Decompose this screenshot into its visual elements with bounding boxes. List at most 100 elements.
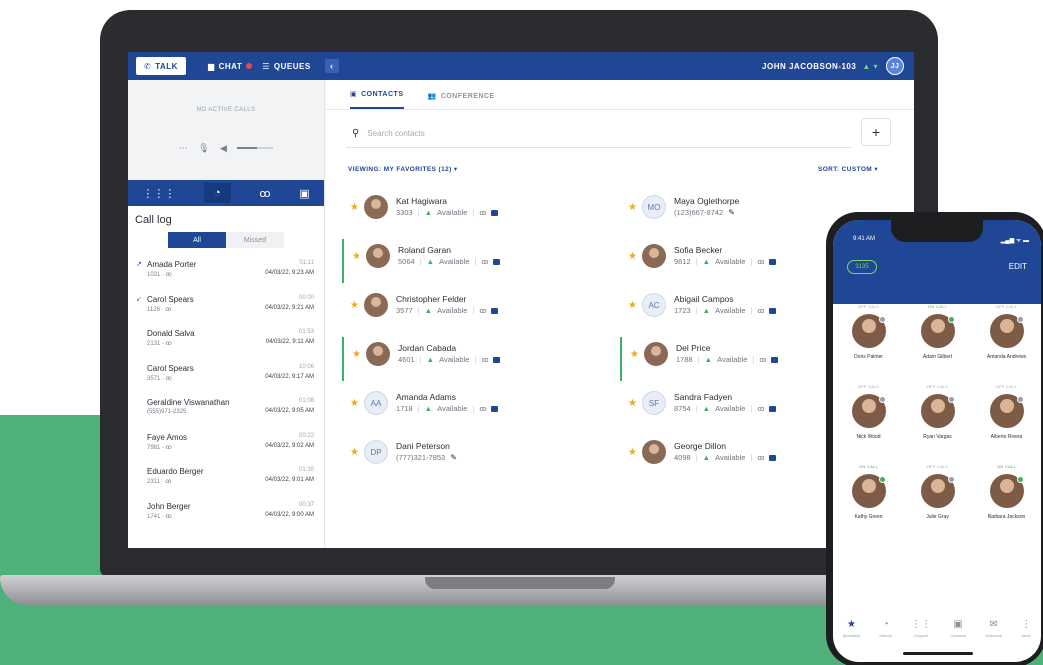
favorite-star-icon[interactable]: ★: [628, 447, 637, 458]
search-input[interactable]: Search contacts: [367, 129, 424, 138]
chat-icon[interactable]: [491, 405, 499, 412]
chat-icon[interactable]: [493, 258, 501, 265]
favorite-star-icon[interactable]: ★: [352, 349, 361, 360]
phone-nav-voicemail[interactable]: ✉ Voicemail: [985, 619, 1002, 638]
presence-dot: [1016, 316, 1024, 323]
speeddial-person[interactable]: ON CALL Kathy Green: [834, 464, 903, 520]
phone-extension-pill[interactable]: 3135: [847, 260, 877, 274]
collapse-button[interactable]: ‹: [324, 59, 339, 73]
nav-chat-button[interactable]: ▆ CHAT: [208, 62, 253, 71]
voicemail-icon[interactable]: ꝏ: [479, 405, 486, 413]
user-avatar[interactable]: JJ: [886, 57, 904, 75]
viewing-filter[interactable]: VIEWING: MY FAVORITES (12) ▾: [348, 165, 458, 173]
user-status-icon[interactable]: ▲ ▾: [862, 62, 878, 71]
contact-name: George Dillon: [674, 441, 726, 451]
favorite-star-icon[interactable]: ★: [628, 202, 637, 213]
contact-card[interactable]: ★ Jordan Cabada 4601 | ▲ Available | ꝏ: [342, 337, 602, 381]
favorite-star-icon[interactable]: ★: [350, 202, 359, 213]
voicemail-icon[interactable]: ꝏ: [481, 356, 488, 364]
favorite-star-icon[interactable]: ★: [630, 349, 639, 360]
favorite-star-icon[interactable]: ★: [350, 447, 359, 458]
voicemail-icon[interactable]: ꝏ: [479, 209, 486, 217]
call-log-item[interactable]: John Berger 1741 · ꝏ 00:37 04/03/22, 9:00 A…: [128, 498, 324, 533]
contact-card[interactable]: ★ AA Amanda Adams 1718 | ▲ Available | ꝏ: [342, 386, 602, 430]
phone-nav-keypad[interactable]: ⋮⋮ Keypad: [911, 619, 931, 638]
tab-contacts[interactable]: ▣ CONTACTS: [350, 90, 404, 109]
chat-icon[interactable]: [769, 454, 777, 461]
favorite-star-icon[interactable]: ★: [352, 251, 361, 262]
chat-icon[interactable]: [769, 307, 777, 314]
phone-nav-speeddial[interactable]: ★ Speeddial: [843, 619, 861, 638]
phone-nav-history[interactable]: ◔ History: [879, 619, 891, 638]
phone-edit-button[interactable]: EDIT: [1009, 262, 1027, 271]
search-bar[interactable]: ⚲ Search contacts: [346, 120, 851, 148]
volume-icon[interactable]: ◀: [220, 143, 227, 154]
voicemail-icon[interactable]: ꝏ: [481, 258, 488, 266]
phone-nav-more[interactable]: ⋮ More: [1021, 619, 1031, 638]
sort-dropdown[interactable]: SORT: CUSTOM ▾: [818, 165, 878, 173]
call-log-item[interactable]: Carol Spears 3571 · ꝏ 10:06 04/03/22, 9:17 …: [128, 360, 324, 395]
chat-icon[interactable]: [771, 356, 779, 363]
keypad-icon[interactable]: ⋮⋮⋮: [142, 187, 175, 200]
filter-all-button[interactable]: All: [168, 232, 226, 248]
voicemail-icon[interactable]: ꝏ: [259, 187, 270, 200]
edit-pencil-icon[interactable]: ✎: [450, 453, 457, 462]
call-log-item[interactable]: ↗ Amada Porter 1031 · ꝏ 01:11 04/03/22, 9:23…: [128, 256, 324, 291]
chat-icon[interactable]: [491, 307, 499, 314]
contact-status: Available: [439, 257, 470, 266]
voicemail-icon[interactable]: ꝏ: [757, 454, 764, 462]
contact-card[interactable]: ★ Kat Hagiwara 3303 | ▲ Available | ꝏ: [342, 190, 602, 234]
notes-icon[interactable]: ▣: [299, 187, 309, 200]
speeddial-person[interactable]: OFF CALL Ryan Vargas: [903, 384, 972, 440]
contact-card[interactable]: ★ Christopher Felder 3577 | ▲ Available | ꝏ: [342, 288, 602, 332]
speeddial-person[interactable]: OFF CALL Nick Wood: [834, 384, 903, 440]
voicemail-icon[interactable]: ꝏ: [479, 307, 486, 315]
favorite-star-icon[interactable]: ★: [350, 300, 359, 311]
voicemail-icon[interactable]: ꝏ: [757, 307, 764, 315]
contact-details: 3303 | ▲ Available | ꝏ: [396, 208, 499, 217]
speeddial-person[interactable]: ON CALL Barbara Jackson: [972, 464, 1041, 520]
chat-icon[interactable]: [491, 209, 499, 216]
nav-talk-button[interactable]: ✆ TALK: [136, 57, 186, 75]
chat-icon[interactable]: [493, 356, 501, 363]
favorite-star-icon[interactable]: ★: [628, 398, 637, 409]
add-contact-button[interactable]: +: [861, 118, 891, 146]
mic-off-icon[interactable]: 🎙: [198, 143, 210, 154]
user-name[interactable]: JOHN JACOBSON-103: [762, 62, 856, 71]
favorite-star-icon[interactable]: ★: [628, 300, 637, 311]
call-history-icon[interactable]: ◔: [204, 183, 231, 203]
speeddial-person[interactable]: OFF CALL Doris Palmer: [834, 304, 903, 360]
call-log-filter: All Missed: [128, 232, 324, 248]
favorite-star-icon[interactable]: ★: [350, 398, 359, 409]
call-log-item[interactable]: Eduardo Berger 2311 · ꝏ 01:30 04/03/22, 9:0…: [128, 463, 324, 498]
available-status-icon: ▲: [702, 257, 711, 266]
contact-extension: 9812: [674, 257, 691, 266]
call-log-item[interactable]: Faye Amos 7981 · ꝏ 00:22 04/03/22, 9:02 AM: [128, 429, 324, 464]
chat-icon[interactable]: [769, 258, 777, 265]
speeddial-person[interactable]: OFF CALL Alberto Rivera: [972, 384, 1041, 440]
voicemail-icon[interactable]: ꝏ: [757, 258, 764, 266]
tab-conference[interactable]: 👥 CONFERENCE: [428, 92, 495, 109]
contacts-book-icon: ▣: [350, 91, 358, 98]
contact-card[interactable]: ★ Roland Garan 5064 | ▲ Available | ꝏ: [342, 239, 602, 283]
volume-slider[interactable]: [237, 147, 274, 149]
filter-missed-button[interactable]: Missed: [226, 232, 284, 248]
call-log-item[interactable]: Donald Salva 2131 · ꝏ 01:53 04/03/22, 9:11 …: [128, 325, 324, 360]
call-log-duration: 00:37: [298, 501, 314, 508]
voicemail-icon[interactable]: ꝏ: [759, 356, 766, 364]
contact-card[interactable]: ★ DP Dani Peterson (777)321-7853 ✎: [342, 435, 602, 479]
voicemail-icon[interactable]: ꝏ: [757, 405, 764, 413]
speeddial-person[interactable]: ON CALL Adam Gilbert: [903, 304, 972, 360]
speeddial-person[interactable]: OFF CALL Amanda Andrews: [972, 304, 1041, 360]
nav-queues-button[interactable]: ☰ QUEUES: [262, 62, 310, 71]
phone-nav-contacts[interactable]: ▣ Contacts: [950, 619, 966, 638]
more-icon[interactable]: ⋯: [179, 143, 188, 154]
call-log-item[interactable]: ↙ Carol Spears 1126 · ꝏ 00:00 04/03/22, 9:21…: [128, 291, 324, 326]
favorite-star-icon[interactable]: ★: [628, 251, 637, 262]
chat-icon[interactable]: [769, 405, 777, 412]
speeddial-person[interactable]: OFF CALL Julie Gray: [903, 464, 972, 520]
contact-status: Available: [437, 404, 468, 413]
call-log-item[interactable]: Geraldine Viswanathan (555)971-2325 01:08 0…: [128, 394, 324, 429]
contact-details: 5064 | ▲ Available | ꝏ: [398, 257, 501, 266]
edit-pencil-icon[interactable]: ✎: [728, 208, 735, 217]
